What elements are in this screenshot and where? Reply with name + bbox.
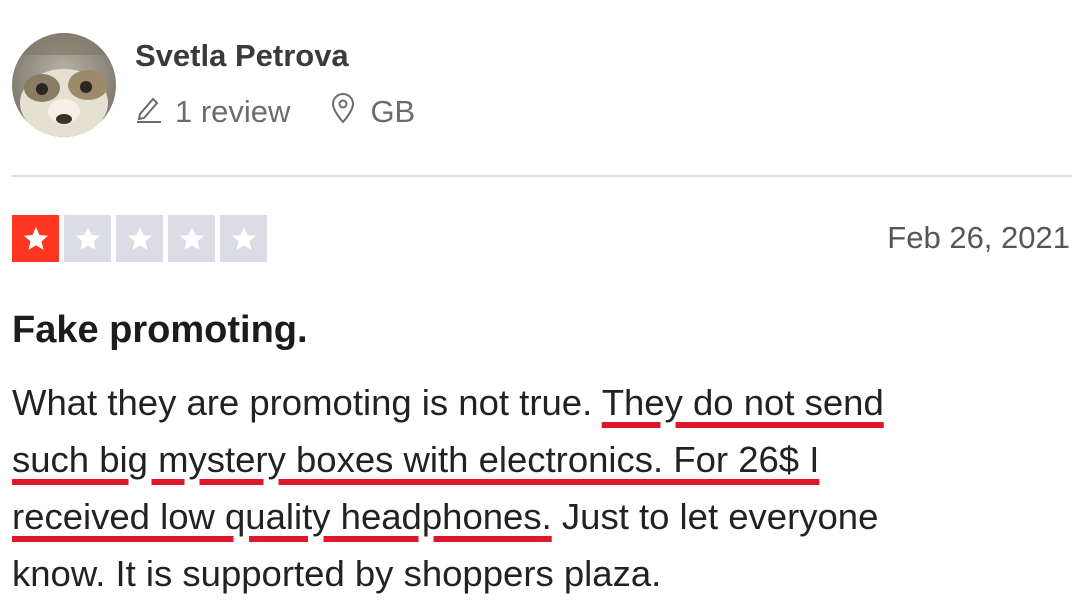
star-icon [127, 226, 152, 250]
review-body: What they are promoting is not true. The… [12, 374, 1062, 602]
pencil-icon [135, 93, 163, 131]
star-icon [179, 226, 204, 250]
star-empty [168, 215, 215, 262]
review-text-plain: know. It is supported by shoppers plaza. [12, 553, 662, 594]
reviewer-name[interactable]: Svetla Petrova [135, 38, 349, 74]
star-icon [23, 226, 48, 250]
reviewer-avatar-photo [12, 33, 116, 137]
star-empty [116, 215, 163, 262]
review-body-line: What they are promoting is not true. The… [12, 374, 1062, 431]
reviewer-avatar[interactable] [12, 33, 116, 137]
star-rating [12, 215, 267, 262]
review-text-plain: What they are promoting is not true. [12, 382, 602, 423]
review-title[interactable]: Fake promoting. [12, 309, 308, 352]
star-icon [75, 226, 100, 250]
reviewer-country: GB [370, 94, 416, 129]
star-icon [231, 226, 256, 250]
star-empty [64, 215, 111, 262]
review-text-plain: Just to let everyone [551, 496, 879, 537]
review-body-line: know. It is supported by shoppers plaza. [12, 545, 1062, 602]
review-date: Feb 26, 2021 [887, 220, 1070, 255]
review-text-underlined: received low quality headphones. [12, 496, 552, 537]
review-text-underlined: They do not send [601, 382, 884, 423]
reviewer-meta: 1 review GB [135, 92, 415, 132]
review-count: 1 review [175, 94, 291, 129]
review-text-underlined: such big mystery boxes with electronics.… [12, 439, 820, 480]
divider [12, 175, 1072, 177]
review-body-line: such big mystery boxes with electronics.… [12, 431, 1062, 488]
review-body-line: received low quality headphones. Just to… [12, 488, 1062, 545]
star-empty [220, 215, 267, 262]
location-pin-icon [330, 92, 356, 132]
star-filled [12, 215, 59, 262]
